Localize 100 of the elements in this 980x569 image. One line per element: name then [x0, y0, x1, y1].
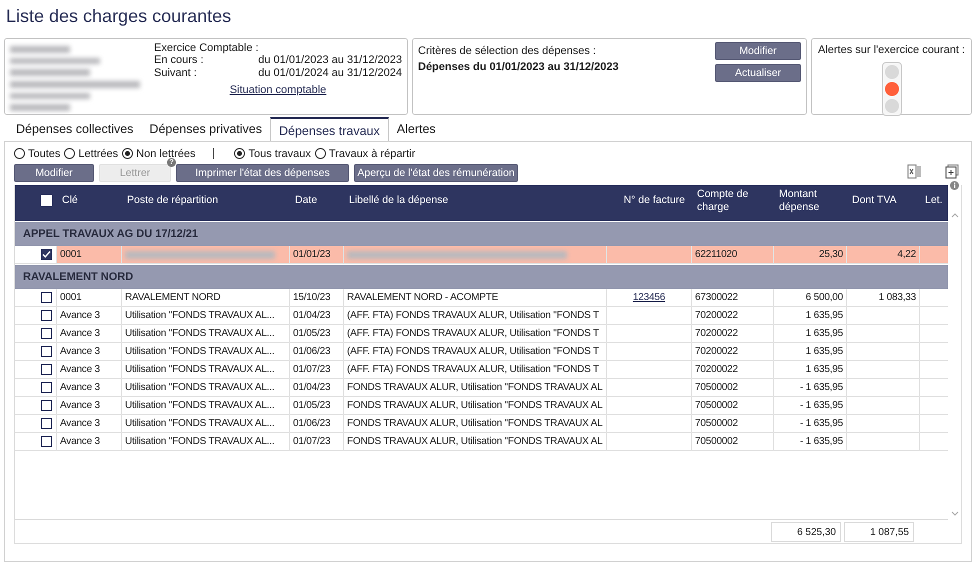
table-cell: 70200022 [695, 310, 738, 321]
table-cell: Utilisation "FONDS TRAVAUX AL... [125, 418, 274, 429]
table-cell: Utilisation "FONDS TRAVAUX AL... [125, 328, 274, 339]
table-row[interactable]: 0001 RAVALEMENT NORD 15/10/23 RAVALEMENT NORD - ACOMPTE 123456 67300022 6 500,00 1 083,33 [15, 289, 948, 307]
table-cell: 70200022 [695, 346, 738, 357]
table-row[interactable]: Avance 3 Utilisation "FONDS TRAVAUX AL... 01/06/23 (AFF. FTA) FONDS TRAVAUX ALUR, Utilisation "FONDS T 70200022 1 635,95 [15, 343, 948, 361]
tab[interactable]: Dépenses travaux [270, 117, 389, 141]
period-label: En cours : [154, 54, 204, 67]
table-cell: - 1 635,95 [800, 382, 843, 393]
period-label: Suivant : [154, 67, 197, 80]
page-title: Liste des charges courantes [5, 5, 232, 28]
column-header[interactable]: Compte de charge [691, 188, 773, 214]
table-row[interactable]: Avance 3 Utilisation "FONDS TRAVAUX AL... 01/04/23 FONDS TRAVAUX ALUR, Utilisation "FONDS TRAVAUX AL 70500002 - 1 635,95 [15, 379, 948, 397]
table-cell: Avance 3 [60, 400, 100, 411]
column-header[interactable]: Date [289, 194, 343, 207]
action-button[interactable]: Aperçu de l'état des rémunération [354, 164, 518, 182]
table-cell: Avance 3 [60, 346, 100, 357]
tab[interactable]: Dépenses collectives [8, 120, 142, 141]
row-checkbox[interactable] [41, 346, 52, 357]
row-checkbox[interactable] [41, 418, 52, 429]
column-header[interactable]: N° de facture [606, 194, 691, 207]
column-header[interactable]: Let. [919, 194, 949, 207]
tab[interactable]: Dépenses privatives [141, 120, 270, 141]
invoice-link[interactable]: 123456 [632, 292, 666, 303]
table-cell: 15/10/23 [293, 292, 330, 303]
table-cell: Avance 3 [60, 328, 100, 339]
row-checkbox[interactable] [41, 364, 52, 375]
add-window-icon[interactable] [945, 164, 959, 179]
action-button[interactable]: Modifier [14, 164, 94, 182]
filter-radio[interactable]: Non lettrées [122, 148, 196, 160]
table-row[interactable]: Avance 3 Utilisation "FONDS TRAVAUX AL... 01/04/23 (AFF. FTA) FONDS TRAVAUX ALUR, Utilisation "FONDS T 70200022 1 635,95 [15, 307, 948, 325]
table-row[interactable]: Avance 3 Utilisation "FONDS TRAVAUX AL... 01/06/23 FONDS TRAVAUX ALUR, Utilisation "FONDS TRAVAUX AL 70500002 - 1 635,95 [15, 415, 948, 433]
table-cell: 25,30 [818, 249, 843, 260]
group-header: APPEL TRAVAUX AG DU 17/12/21 [15, 221, 948, 246]
table-cell: 01/06/23 [293, 418, 330, 429]
filter-radio[interactable]: Tous travaux [234, 148, 311, 160]
column-header[interactable]: Libellé de la dépense [343, 194, 606, 207]
table-row[interactable]: Avance 3 Utilisation "FONDS TRAVAUX AL... 01/05/23 (AFF. FTA) FONDS TRAVAUX ALUR, Utilisation "FONDS T 70200022 1 635,95 [15, 325, 948, 343]
table-cell: - 1 635,95 [800, 400, 843, 411]
table-cell: Avance 3 [60, 418, 100, 429]
table-cell: 67300022 [695, 292, 738, 303]
table-cell: 1 635,95 [806, 328, 843, 339]
table-row[interactable]: Avance 3 Utilisation "FONDS TRAVAUX AL... 01/07/23 (AFF. FTA) FONDS TRAVAUX ALUR, Utilisation "FONDS T 70200022 1 635,95 [15, 361, 948, 379]
table-cell: 1 635,95 [806, 364, 843, 375]
row-checkbox[interactable] [41, 249, 52, 260]
table-cell: FONDS TRAVAUX ALUR, Utilisation "FONDS TRAVAUX AL [347, 400, 602, 411]
table-cell: - 1 635,95 [800, 418, 843, 429]
table-cell: 0001 [60, 292, 82, 303]
table-cell: FONDS TRAVAUX ALUR, Utilisation "FONDS TRAVAUX AL [347, 436, 602, 447]
table-cell: 70500002 [695, 400, 738, 411]
row-checkbox[interactable] [41, 382, 52, 393]
table-row[interactable]: Avance 3 Utilisation "FONDS TRAVAUX AL... 01/05/23 FONDS TRAVAUX ALUR, Utilisation "FONDS TRAVAUX AL 70500002 - 1 635,95 [15, 397, 948, 415]
excel-export-icon[interactable] [907, 164, 921, 179]
select-all-checkbox[interactable] [41, 195, 52, 206]
table-cell: RAVALEMENT NORD [125, 292, 220, 303]
criteria-button[interactable]: Modifier [715, 42, 801, 60]
table-cell: Utilisation "FONDS TRAVAUX AL... [125, 310, 274, 321]
table-cell: Utilisation "FONDS TRAVAUX AL... [125, 382, 274, 393]
table-row[interactable]: Avance 3 Utilisation "FONDS TRAVAUX AL... 01/07/23 FONDS TRAVAUX ALUR, Utilisation "FONDS TRAVAUX AL 70500002 - 1 635,95 [15, 433, 948, 451]
filter-radio[interactable]: Lettrées [64, 148, 118, 160]
total-field: 6 525,30 [771, 522, 841, 542]
table-cell: Avance 3 [60, 382, 100, 393]
table-row[interactable]: 0001 01/01/23 62211020 25,30 4,22 [15, 246, 948, 264]
table-cell: (AFF. FTA) FONDS TRAVAUX ALUR, Utilisation "FONDS T [347, 346, 599, 357]
table-cell: Avance 3 [60, 436, 100, 447]
table-cell: (AFF. FTA) FONDS TRAVAUX ALUR, Utilisation "FONDS T [347, 310, 599, 321]
column-header[interactable]: Clé [56, 194, 121, 207]
table-cell: 01/07/23 [293, 364, 330, 375]
column-header[interactable]: Poste de répartition [121, 194, 289, 207]
filter-radio[interactable]: Toutes [14, 148, 60, 160]
row-checkbox[interactable] [41, 292, 52, 303]
table-cell: 4,22 [897, 249, 916, 260]
row-checkbox[interactable] [41, 436, 52, 447]
row-checkbox[interactable] [41, 328, 52, 339]
group-header: RAVALEMENT NORD [15, 264, 948, 289]
tab[interactable]: Alertes [388, 120, 444, 141]
period-value: du 01/01/2023 au 31/12/2023 [258, 54, 402, 67]
table-cell: 01/04/23 [293, 310, 330, 321]
criteria-button[interactable]: Actualiser [715, 64, 801, 82]
filter-radio[interactable]: Travaux à répartir [314, 148, 416, 160]
table-cell: 01/01/23 [293, 249, 330, 260]
table-cell: (AFF. FTA) FONDS TRAVAUX ALUR, Utilisation "FONDS T [347, 328, 599, 339]
accounting-status-link[interactable]: Situation comptable [230, 84, 326, 96]
table-cell: 01/05/23 [293, 400, 330, 411]
row-checkbox[interactable] [41, 310, 52, 321]
row-checkbox[interactable] [41, 400, 52, 411]
table-cell: 1 635,95 [806, 310, 843, 321]
table-cell: 70500002 [695, 418, 738, 429]
table-cell: Utilisation "FONDS TRAVAUX AL... [125, 364, 274, 375]
criteria-value: Dépenses du 01/01/2023 au 31/12/2023 [418, 61, 620, 73]
column-header[interactable]: Dont TVA [846, 194, 919, 207]
table-cell: - 1 635,95 [800, 436, 843, 447]
alerts-label: Alertes sur l'exercice courant : [818, 44, 965, 56]
table-cell: FONDS TRAVAUX ALUR, Utilisation "FONDS TRAVAUX AL [347, 382, 602, 393]
table-cell: FONDS TRAVAUX ALUR, Utilisation "FONDS TRAVAUX AL [347, 418, 602, 429]
fiscal-year-label: Exercice Comptable : [154, 42, 260, 54]
action-button[interactable]: Imprimer l'état des dépenses [176, 164, 349, 182]
column-header[interactable]: Montant dépense [773, 188, 846, 214]
table-cell: 01/05/23 [293, 328, 330, 339]
info-icon [950, 181, 959, 190]
